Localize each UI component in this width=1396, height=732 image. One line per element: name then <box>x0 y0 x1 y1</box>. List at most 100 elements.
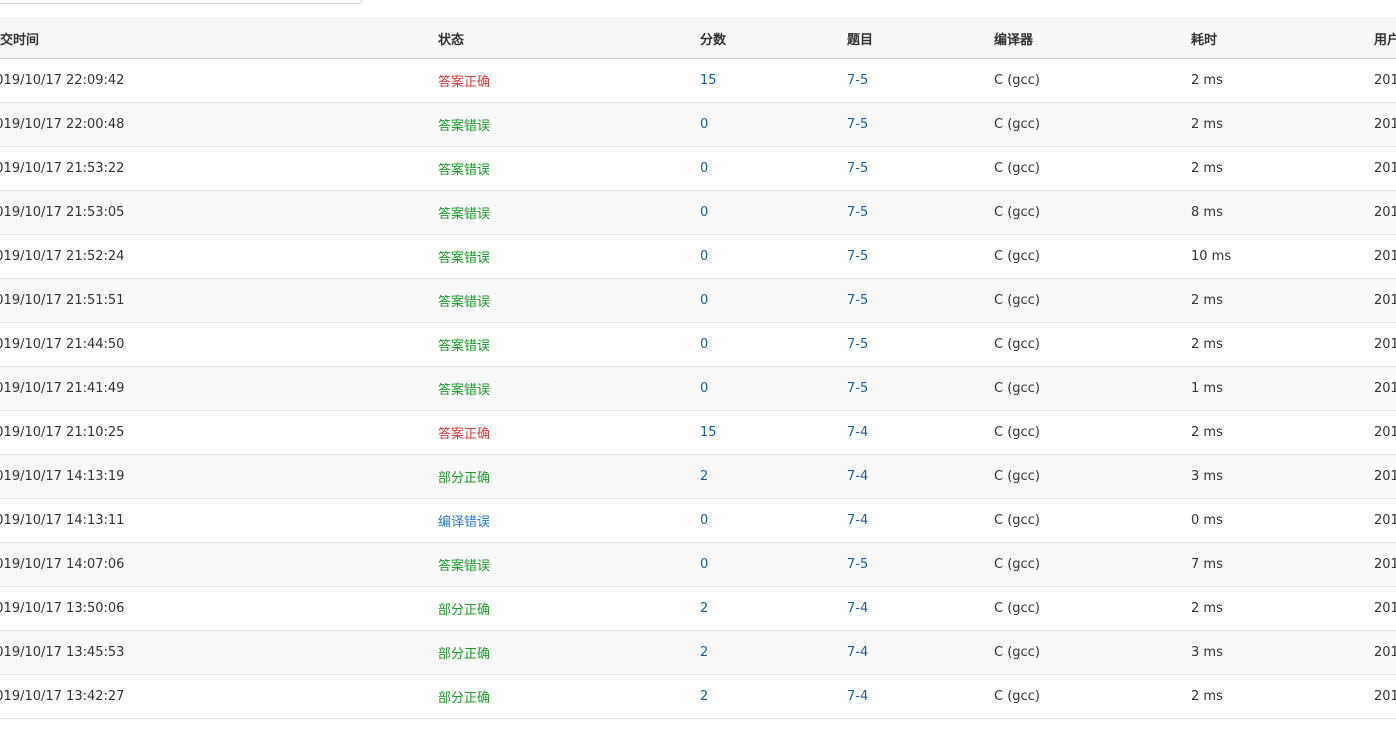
score-link[interactable]: 0 <box>700 513 708 528</box>
row-status-link-cell: 答案错误 <box>438 279 490 322</box>
problem-link[interactable]: 7-5 <box>847 293 868 308</box>
status-link[interactable]: 部分正确 <box>438 599 490 618</box>
table-row: 2019/10/17 14:13:19 部分正确 2 7-4 C (gcc) 3 ms 20… <box>0 455 1396 499</box>
problem-link[interactable]: 7-5 <box>847 557 868 572</box>
header-submit-time[interactable]: 提交时间 <box>0 19 39 58</box>
status-link[interactable]: 答案错误 <box>438 555 490 574</box>
status-link[interactable]: 部分正确 <box>438 467 490 486</box>
problem-link[interactable]: 7-4 <box>847 425 868 440</box>
row-time-cost-cell: 2 ms <box>1191 323 1223 366</box>
row-submit-time-cell: 2019/10/17 21:44:50 <box>0 323 124 366</box>
header-status[interactable]: 状态 <box>438 19 464 58</box>
row-problem-link-cell: 7-5 <box>847 543 868 586</box>
status-link[interactable]: 答案错误 <box>438 379 490 398</box>
time-cost: 2 ms <box>1191 337 1223 352</box>
row-status-link-cell: 答案错误 <box>438 191 490 234</box>
row-problem-link-cell: 7-5 <box>847 59 868 102</box>
score-link[interactable]: 2 <box>700 469 708 484</box>
submit-time: 2019/10/17 21:53:22 <box>0 161 125 176</box>
table-row: 2019/10/17 14:07:06 答案错误 0 7-5 C (gcc) 7 ms 20… <box>0 543 1396 587</box>
row-submit-time-cell: 2019/10/17 21:53:05 <box>0 191 124 234</box>
status-link[interactable]: 答案正确 <box>438 71 490 90</box>
problem-link[interactable]: 7-5 <box>847 117 868 132</box>
score-link[interactable]: 2 <box>700 689 708 704</box>
score-link[interactable]: 0 <box>700 557 708 572</box>
table-row: 2019/10/17 22:09:42 答案正确 15 7-5 C (gcc) 2 ms 2… <box>0 59 1396 103</box>
status-link[interactable]: 部分正确 <box>438 687 490 706</box>
compiler: C (gcc) <box>994 689 1040 704</box>
row-time-cost-cell: 3 ms <box>1191 631 1223 674</box>
status-link[interactable]: 部分正确 <box>438 643 490 662</box>
row-problem-link-cell: 7-4 <box>847 675 868 718</box>
header-problem[interactable]: 题目 <box>847 19 873 58</box>
submit-time: 2019/10/17 13:45:53 <box>0 645 125 660</box>
score-link[interactable]: 0 <box>700 381 708 396</box>
problem-link[interactable]: 7-5 <box>847 205 868 220</box>
row-problem-link-cell: 7-4 <box>847 455 868 498</box>
row-score-link-cell: 0 <box>700 235 708 278</box>
row-user-cell: 201 <box>1374 631 1396 674</box>
score-link[interactable]: 0 <box>700 337 708 352</box>
compiler: C (gcc) <box>994 645 1040 660</box>
filter-input[interactable] <box>0 0 362 4</box>
row-compiler-cell: C (gcc) <box>994 59 1040 102</box>
problem-link[interactable]: 7-4 <box>847 601 868 616</box>
row-compiler-cell: C (gcc) <box>994 367 1040 410</box>
row-user-cell: 201 <box>1374 147 1396 190</box>
status-link[interactable]: 答案错误 <box>438 291 490 310</box>
time-cost: 1 ms <box>1191 381 1223 396</box>
score-link[interactable]: 0 <box>700 293 708 308</box>
score-link[interactable]: 15 <box>700 73 717 88</box>
status-link[interactable]: 答案正确 <box>438 423 490 442</box>
user: 201 <box>1374 425 1396 440</box>
status-link[interactable]: 答案错误 <box>438 335 490 354</box>
row-user-cell: 201 <box>1374 367 1396 410</box>
status-link[interactable]: 答案错误 <box>438 203 490 222</box>
header-user[interactable]: 用户 <box>1374 19 1396 58</box>
problem-link[interactable]: 7-4 <box>847 513 868 528</box>
score-link[interactable]: 0 <box>700 205 708 220</box>
submissions-table: 提交时间 状态 分数 题目 编译器 耗时 用户 2019/10/17 22:09… <box>0 18 1396 719</box>
row-time-cost-cell: 7 ms <box>1191 543 1223 586</box>
status-link[interactable]: 编译错误 <box>438 511 490 530</box>
row-score-link-cell: 0 <box>700 147 708 190</box>
problem-link[interactable]: 7-4 <box>847 689 868 704</box>
row-status-link-cell: 答案错误 <box>438 543 490 586</box>
time-cost: 2 ms <box>1191 425 1223 440</box>
row-status-link-cell: 答案错误 <box>438 367 490 410</box>
table-row: 2019/10/17 21:53:22 答案错误 0 7-5 C (gcc) 2 ms 20… <box>0 147 1396 191</box>
problem-link[interactable]: 7-5 <box>847 337 868 352</box>
row-user-cell: 201 <box>1374 279 1396 322</box>
problem-link[interactable]: 7-4 <box>847 469 868 484</box>
row-status-link-cell: 答案正确 <box>438 411 490 454</box>
header-cost[interactable]: 耗时 <box>1191 19 1217 58</box>
status-link[interactable]: 答案错误 <box>438 115 490 134</box>
row-compiler-cell: C (gcc) <box>994 587 1040 630</box>
score-link[interactable]: 0 <box>700 161 708 176</box>
row-status-link-cell: 答案错误 <box>438 323 490 366</box>
header-score[interactable]: 分数 <box>700 19 726 58</box>
score-link[interactable]: 15 <box>700 425 717 440</box>
problem-link[interactable]: 7-4 <box>847 645 868 660</box>
row-time-cost-cell: 1 ms <box>1191 367 1223 410</box>
row-status-link-cell: 答案错误 <box>438 103 490 146</box>
header-compiler[interactable]: 编译器 <box>994 19 1033 58</box>
row-problem-link-cell: 7-4 <box>847 631 868 674</box>
problem-link[interactable]: 7-5 <box>847 249 868 264</box>
status-link[interactable]: 答案错误 <box>438 159 490 178</box>
submit-time: 2019/10/17 14:13:19 <box>0 469 125 484</box>
time-cost: 2 ms <box>1191 161 1223 176</box>
row-time-cost-cell: 2 ms <box>1191 411 1223 454</box>
row-user-cell: 201 <box>1374 323 1396 366</box>
submit-time: 2019/10/17 22:09:42 <box>0 73 125 88</box>
score-link[interactable]: 0 <box>700 117 708 132</box>
row-compiler-cell: C (gcc) <box>994 675 1040 718</box>
score-link[interactable]: 2 <box>700 645 708 660</box>
problem-link[interactable]: 7-5 <box>847 381 868 396</box>
score-link[interactable]: 0 <box>700 249 708 264</box>
problem-link[interactable]: 7-5 <box>847 73 868 88</box>
status-link[interactable]: 答案错误 <box>438 247 490 266</box>
row-score-link-cell: 0 <box>700 543 708 586</box>
problem-link[interactable]: 7-5 <box>847 161 868 176</box>
score-link[interactable]: 2 <box>700 601 708 616</box>
